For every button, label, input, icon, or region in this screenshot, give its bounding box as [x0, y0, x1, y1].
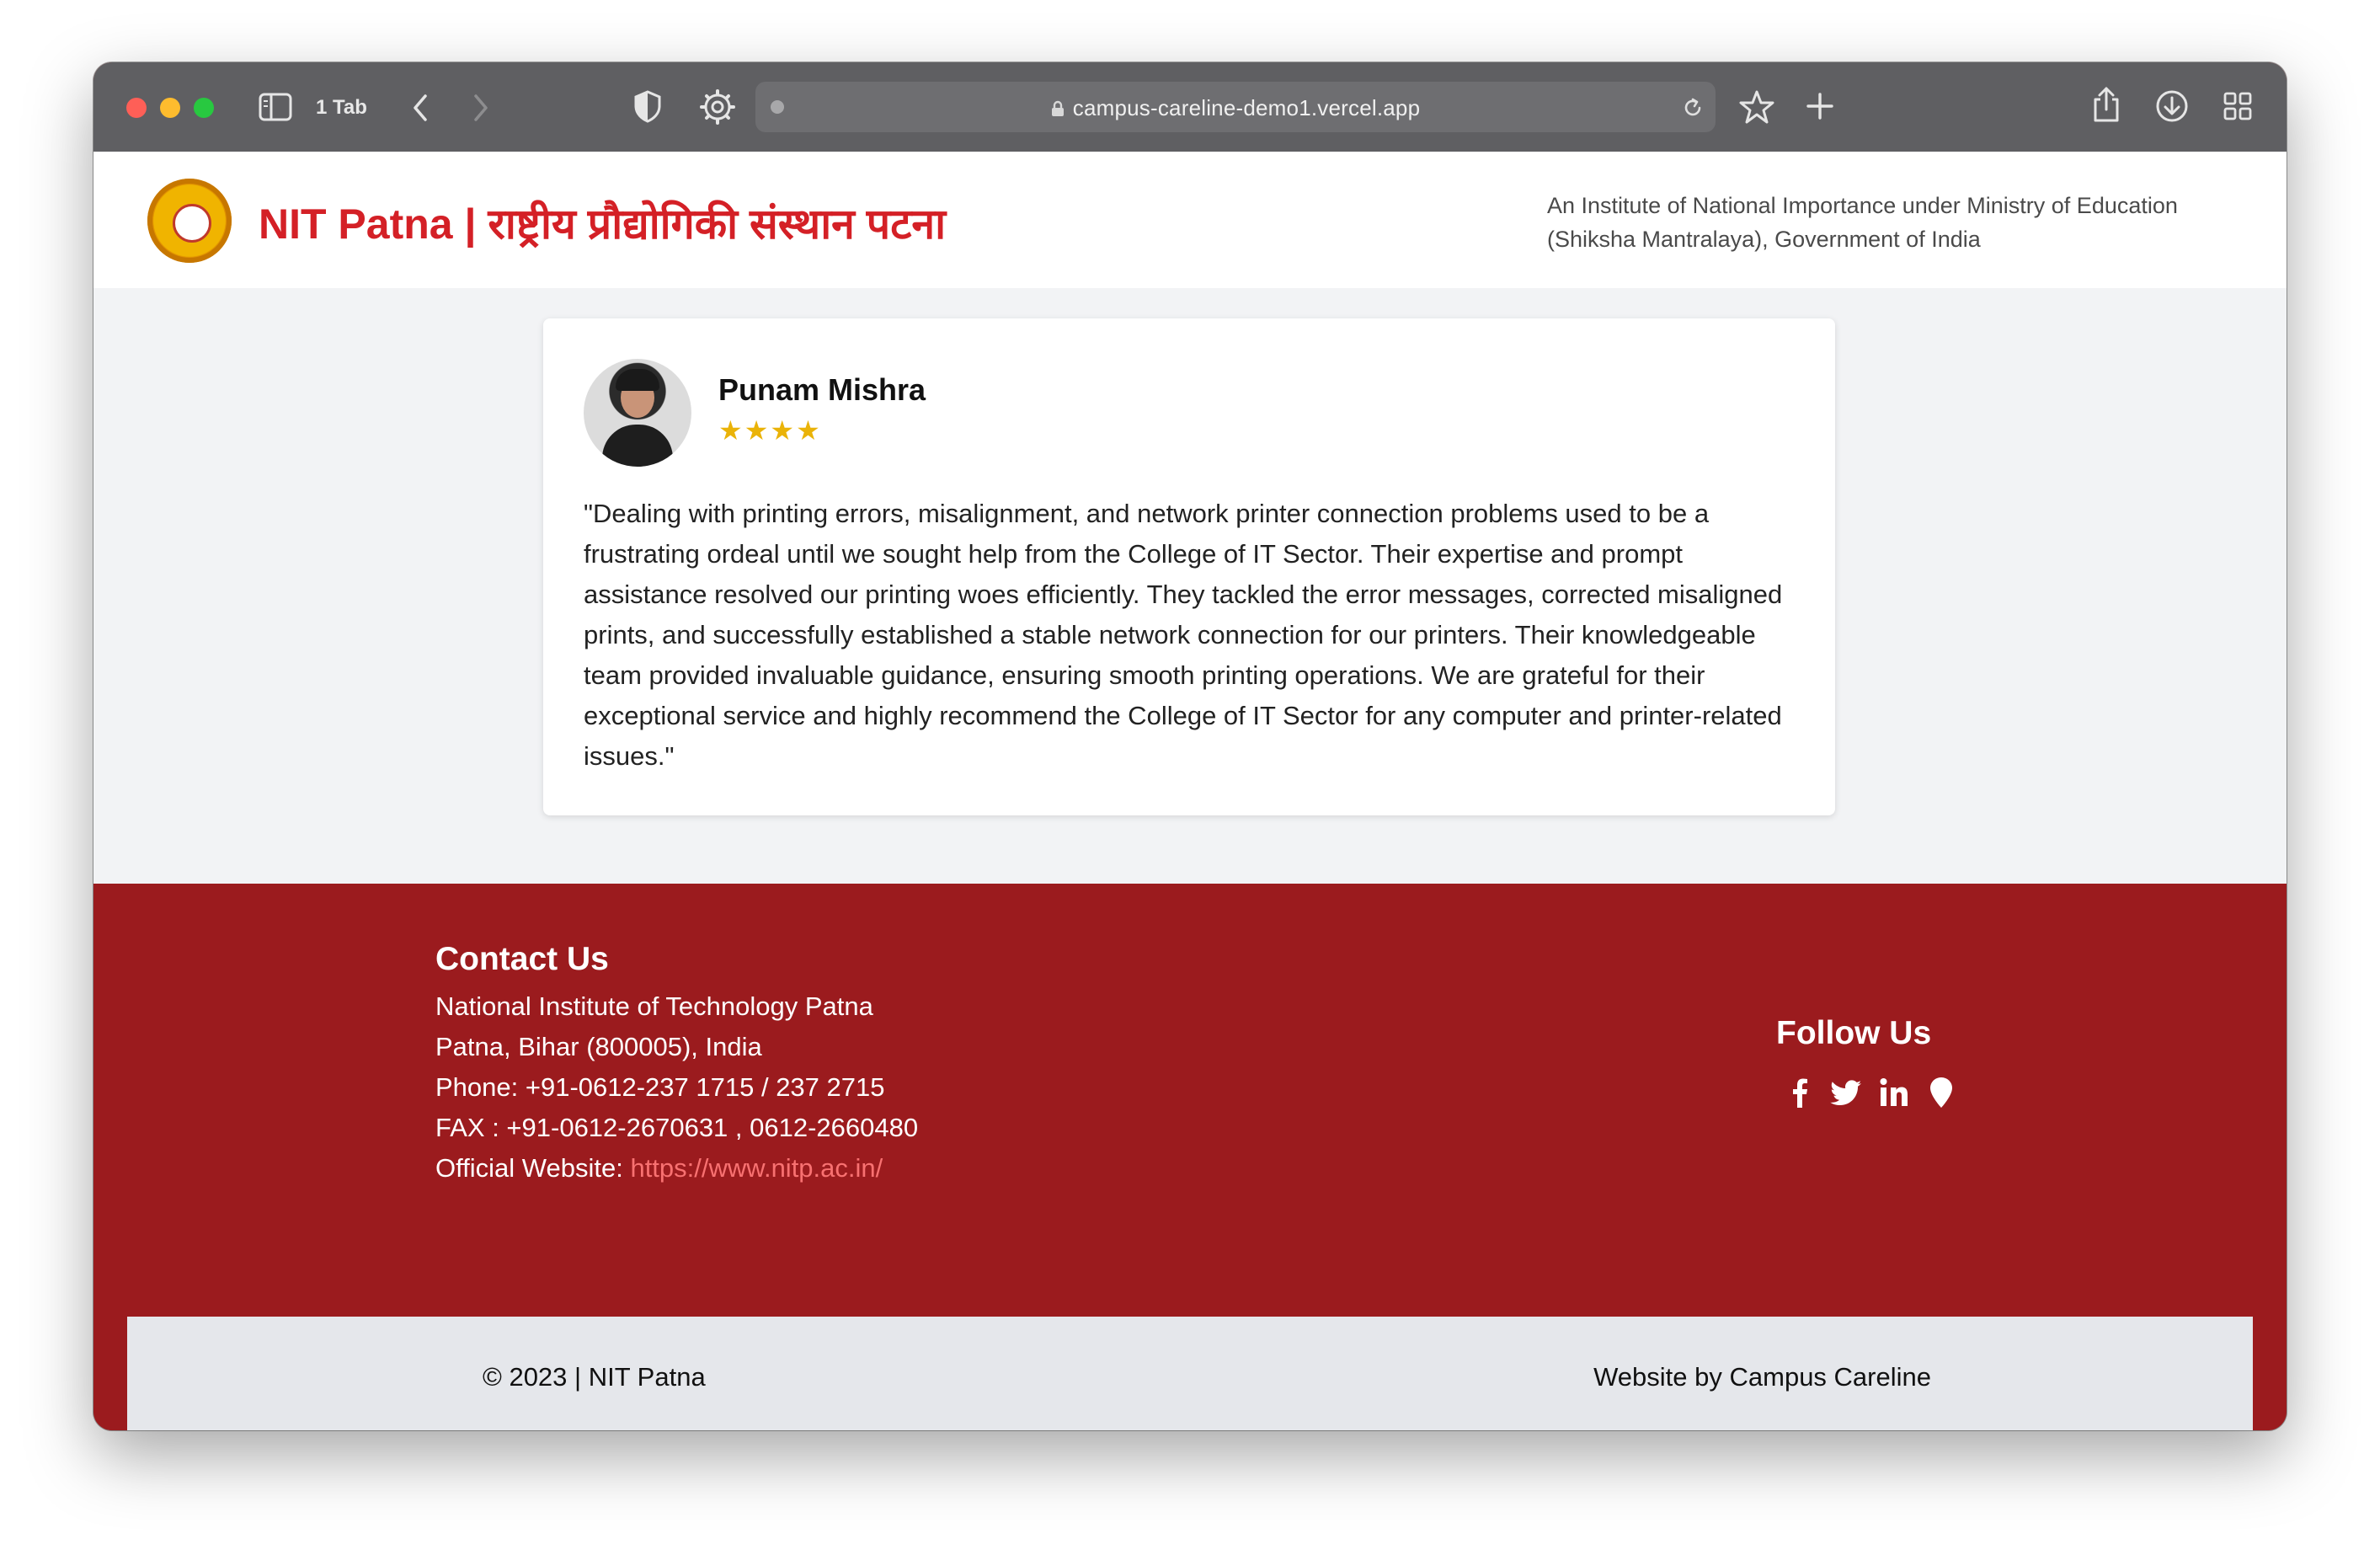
reviewer-name: Punam Mishra — [718, 372, 926, 407]
browser-toolbar: 1 Tab campus-careline-demo1.vercel.app — [93, 62, 2287, 152]
new-tab-plus-icon[interactable] — [1805, 91, 1835, 121]
contact-details: National Institute of Technology Patna P… — [435, 986, 918, 1189]
site-footer: Contact Us National Institute of Technol… — [93, 884, 2287, 1430]
tab-overview-icon[interactable] — [2223, 91, 2253, 121]
minimize-window-button[interactable] — [160, 98, 180, 118]
header-subtitle-line2: (Shiksha Mantralaya), Government of Indi… — [1547, 227, 1981, 252]
header-subtitle-line1: An Institute of National Importance unde… — [1547, 193, 2178, 218]
address-bar[interactable]: campus-careline-demo1.vercel.app — [755, 82, 1716, 132]
reviewer-avatar — [584, 359, 691, 467]
avatar-hair — [616, 369, 659, 391]
url-text[interactable]: campus-careline-demo1.vercel.app — [755, 95, 1716, 121]
browser-window: 1 Tab campus-careline-demo1.vercel.app N… — [93, 62, 2287, 1430]
location-icon[interactable] — [1924, 1076, 1958, 1109]
main-content: Punam Mishra ★★★★ "Dealing with printing… — [93, 288, 2287, 884]
website-line: Official Website: https://www.nitp.ac.in… — [435, 1148, 918, 1189]
star-rating-icon: ★★★★ — [718, 415, 822, 446]
bookmark-star-icon[interactable] — [1739, 89, 1774, 125]
review-card: Punam Mishra ★★★★ "Dealing with printing… — [543, 318, 1835, 815]
linkedin-icon[interactable] — [1877, 1076, 1911, 1109]
downloads-icon[interactable] — [2155, 89, 2189, 123]
follow-title: Follow Us — [1776, 1015, 1932, 1051]
back-icon[interactable] — [410, 93, 430, 123]
avatar-body — [602, 425, 673, 467]
site-header: NIT Patna | राष्ट्रीय प्रौद्योगिकी संस्थ… — [93, 152, 2287, 288]
official-website-link[interactable]: https://www.nitp.ac.in/ — [630, 1153, 883, 1183]
website-credit: Website by Campus Careline — [1593, 1362, 1931, 1392]
copyright-text: © 2023 | NIT Patna — [483, 1362, 706, 1392]
logo-emblem-icon — [173, 204, 211, 243]
zoom-window-button[interactable] — [194, 98, 214, 118]
fax-line: FAX : +91-0612-2670631 , 0612-2660480 — [435, 1113, 919, 1142]
address-line2: Patna, Bihar (800005), India — [435, 1032, 762, 1061]
address-line1: National Institute of Technology Patna — [435, 991, 873, 1021]
reload-icon[interactable] — [1682, 97, 1704, 119]
extensions-gear-icon[interactable] — [700, 89, 735, 125]
header-subtitle: An Institute of National Importance unde… — [1547, 189, 2263, 256]
website-label: Official Website: — [435, 1153, 631, 1183]
phone-line: Phone: +91-0612-237 1715 / 237 2715 — [435, 1072, 885, 1102]
site-title[interactable]: NIT Patna | राष्ट्रीय प्रौद्योगिकी संस्थ… — [259, 194, 946, 251]
sidebar-toggle-icon[interactable] — [259, 93, 292, 121]
lock-icon — [1051, 100, 1064, 116]
contact-title: Contact Us — [435, 941, 609, 977]
share-icon[interactable] — [2091, 86, 2121, 123]
forward-icon[interactable] — [471, 93, 491, 123]
nit-patna-logo[interactable] — [147, 179, 232, 263]
footer-bottom-bar: © 2023 | NIT Patna Website by Campus Car… — [127, 1317, 2253, 1430]
facebook-icon[interactable] — [1783, 1076, 1817, 1109]
twitter-icon[interactable] — [1830, 1076, 1864, 1109]
privacy-shield-icon[interactable] — [632, 89, 663, 123]
url-value: campus-careline-demo1.vercel.app — [1072, 95, 1421, 120]
review-text: "Dealing with printing errors, misalignm… — [584, 499, 1783, 771]
close-window-button[interactable] — [126, 98, 147, 118]
tab-count-label[interactable]: 1 Tab — [316, 96, 367, 120]
